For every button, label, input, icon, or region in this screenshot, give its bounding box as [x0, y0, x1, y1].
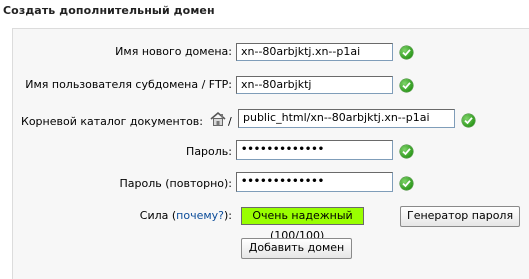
password-confirm-input[interactable]: ••••••••••••• — [236, 172, 393, 192]
docroot-valid-check-icon — [462, 114, 475, 127]
strength-label-suffix: ): — [224, 209, 232, 222]
password-confirm-label: Пароль (повторно): — [119, 177, 232, 190]
new-domain-label: Имя нового домена: — [115, 45, 232, 58]
why-link[interactable]: почему? — [176, 209, 224, 222]
password-valid-check-icon — [400, 145, 413, 158]
password-label: Пароль: — [186, 145, 232, 158]
new-domain-valid-check-icon — [400, 46, 413, 59]
password-confirm-valid-check-icon — [400, 177, 413, 190]
new-domain-input[interactable]: xn--80arbjktj.xn--p1ai — [236, 43, 393, 61]
strength-label: Сила (почему?): — [140, 209, 232, 223]
strength-meter: Очень надежный — [241, 207, 364, 225]
subdomain-valid-check-icon — [400, 79, 413, 92]
password-generator-button[interactable]: Генератор пароля — [400, 206, 520, 227]
page-title: Создать дополнительный домен — [3, 4, 215, 17]
docroot-input[interactable]: public_html/xn--80arbjktj.xn--p1ai — [238, 109, 455, 128]
docroot-label: Корневой каталог документов: — [21, 115, 203, 128]
subdomain-ftp-input[interactable]: xn--80arbjktj — [236, 76, 393, 94]
subdomain-ftp-label: Имя пользователя субдомена / FTP: — [25, 78, 232, 91]
home-icon — [210, 111, 226, 126]
docroot-separator: / — [228, 115, 232, 128]
add-domain-button[interactable]: Добавить домен — [241, 238, 352, 259]
strength-label-prefix: Сила ( — [139, 209, 177, 222]
password-input[interactable]: ••••••••••••• — [236, 140, 393, 160]
